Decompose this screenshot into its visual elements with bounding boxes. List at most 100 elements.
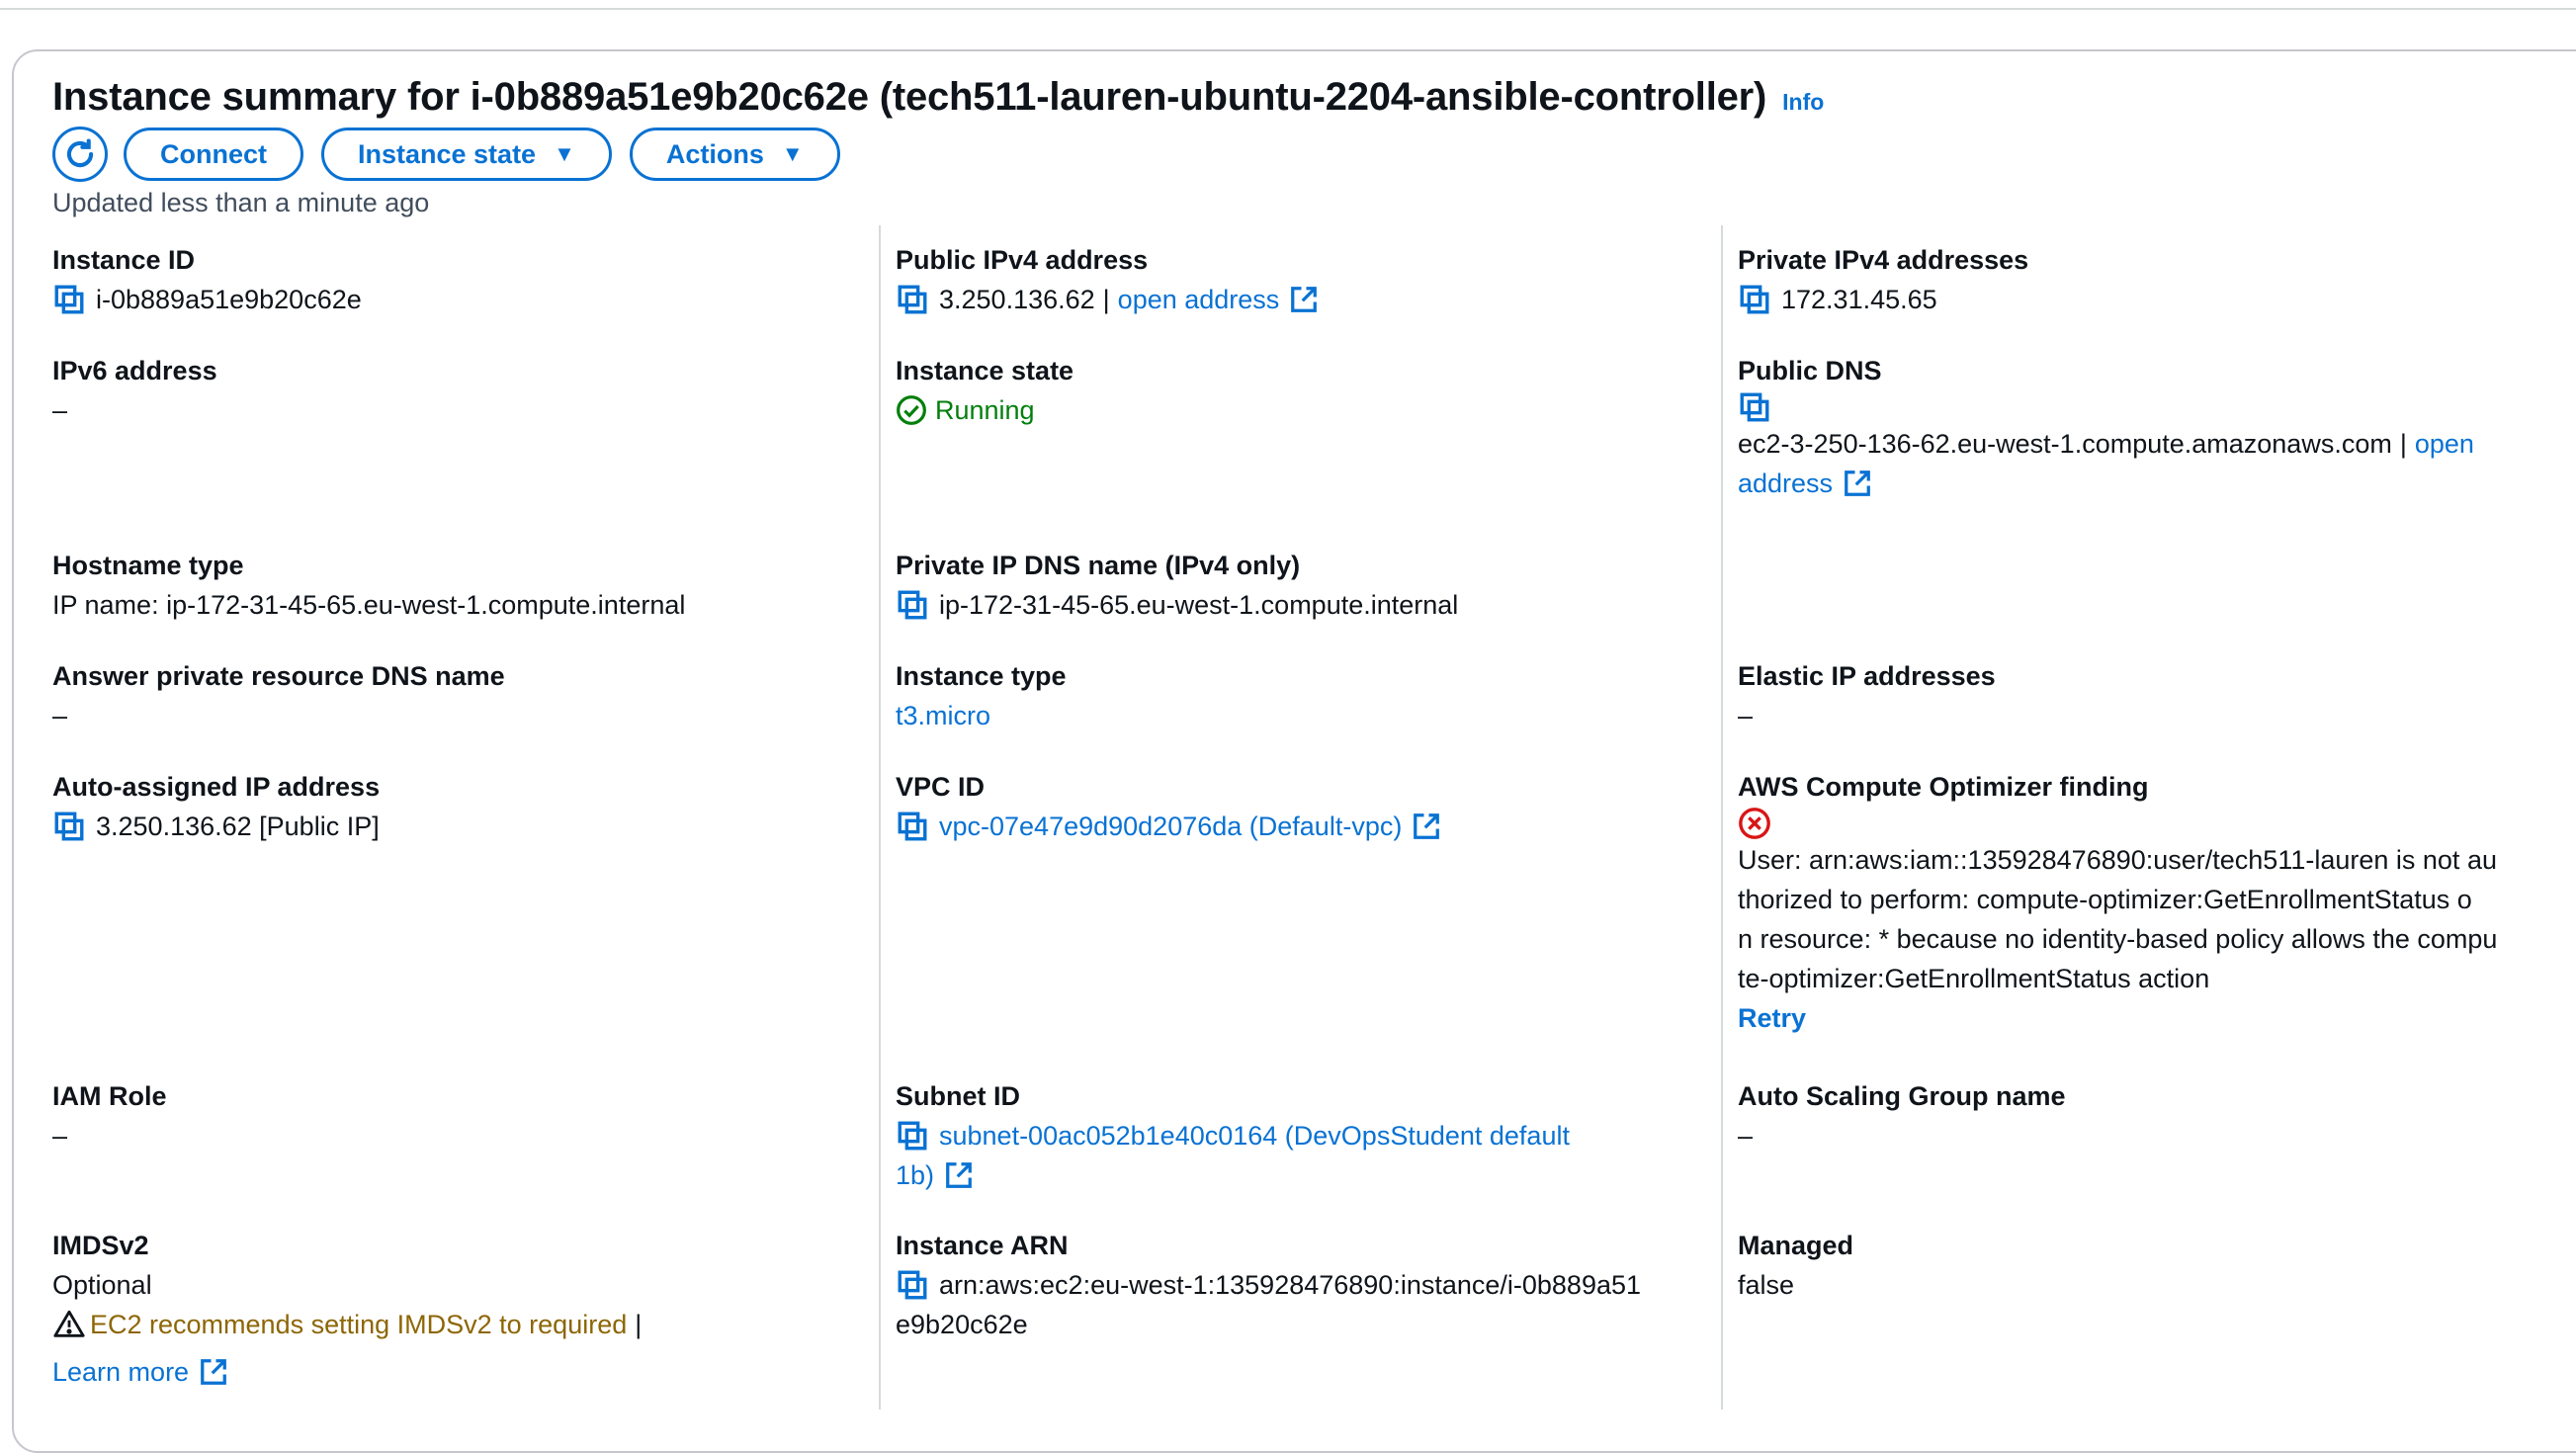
ipv6-value: – [52, 395, 68, 425]
instance-type-link[interactable]: t3.micro [896, 696, 1067, 735]
elastic-ip-value: – [1738, 701, 1754, 730]
optimizer-message-line: te-optimizer:GetEnrollmentStatus action [1738, 964, 2210, 993]
field-private-dns: Private IP DNS name (IPv4 only) ip-172-3… [896, 546, 1458, 625]
field-label: Public IPv4 address [896, 245, 1149, 275]
success-check-icon [897, 395, 926, 425]
copy-icon[interactable] [52, 283, 86, 316]
instance-arn-value: arn:aws:ec2:eu-west-1:135928476890:insta… [939, 1270, 1642, 1300]
copy-icon[interactable] [896, 283, 929, 316]
field-label: Instance type [896, 661, 1067, 691]
field-label: IMDSv2 [52, 1231, 149, 1260]
field-subnet-id: Subnet ID subnet-00ac052b1e40c0164 (DevO… [896, 1076, 1570, 1195]
field-public-dns: Public DNS ec2-3-250-136-62.eu-west-1.co… [1738, 351, 2474, 503]
asg-value: – [1738, 1121, 1754, 1151]
caret-down-icon: ▼ [554, 141, 575, 166]
field-auto-ip: Auto-assigned IP address 3.250.136.62 [P… [52, 767, 380, 846]
page-title: Instance summary for i-0b889a51e9b20c62e… [52, 75, 1767, 119]
instance-state-label: Instance state [358, 138, 537, 169]
subnet-id-link[interactable]: subnet-00ac052b1e40c0164 (DevOpsStudent … [939, 1116, 1570, 1155]
field-hostname-type: Hostname type IP name: ip-172-31-45-65.e… [52, 546, 685, 625]
iam-role-value: – [52, 1121, 68, 1151]
field-label: Instance ARN [896, 1231, 1069, 1260]
refresh-button[interactable] [52, 127, 108, 182]
field-elastic-ip: Elastic IP addresses – [1738, 656, 1996, 735]
field-ipv6: IPv6 address – [52, 351, 217, 430]
field-instance-arn: Instance ARN arn:aws:ec2:eu-west-1:13592… [896, 1226, 1641, 1344]
warning-icon [53, 1310, 85, 1337]
field-managed: Managed false [1738, 1226, 1853, 1305]
instance-state-dropdown[interactable]: Instance state ▼ [321, 128, 612, 181]
instance-id-value: i-0b889a51e9b20c62e [96, 285, 362, 314]
field-instance-state: Instance state Running [896, 351, 1073, 430]
auto-ip-value: 3.250.136.62 [Public IP] [96, 812, 380, 841]
action-bar: Connect Instance state ▼ Actions ▼ [52, 127, 858, 182]
field-label: Managed [1738, 1231, 1854, 1260]
field-label: AWS Compute Optimizer finding [1738, 772, 2149, 802]
vpc-id-link[interactable]: vpc-07e47e9d90d2076da (Default-vpc) [939, 807, 1402, 846]
top-rule [0, 8, 2576, 10]
field-label: Instance state [896, 356, 1074, 385]
private-dns-value: ip-172-31-45-65.eu-west-1.compute.intern… [939, 590, 1459, 620]
optimizer-message-line: User: arn:aws:iam::135928476890:user/tec… [1738, 845, 2497, 875]
field-label: Answer private resource DNS name [52, 661, 505, 691]
public-dns-value: ec2-3-250-136-62.eu-west-1.compute.amazo… [1738, 429, 2392, 459]
copy-icon[interactable] [896, 1268, 929, 1302]
open-address-link-cont[interactable]: address [1738, 464, 1833, 503]
field-vpc-id: VPC ID vpc-07e47e9d90d2076da (Default-vp… [896, 767, 1441, 846]
field-label: Hostname type [52, 551, 244, 580]
field-instance-id: Instance ID i-0b889a51e9b20c62e [52, 240, 362, 319]
instance-state-value: Running [935, 395, 1035, 425]
actions-dropdown[interactable]: Actions ▼ [629, 128, 840, 181]
open-address-link[interactable]: open address [1118, 280, 1280, 319]
field-label: Instance ID [52, 245, 196, 275]
imdsv2-value: Optional [52, 1270, 152, 1300]
optimizer-message-line: thorized to perform: compute-optimizer:G… [1738, 885, 2472, 914]
copy-icon[interactable] [1738, 283, 1771, 316]
separator: | [635, 1310, 643, 1339]
separator: | [2399, 429, 2407, 459]
field-label: Auto Scaling Group name [1738, 1081, 2066, 1111]
external-link-icon[interactable] [1289, 285, 1319, 314]
actions-label: Actions [665, 138, 764, 169]
field-asg: Auto Scaling Group name – [1738, 1076, 2066, 1155]
field-label: VPC ID [896, 772, 986, 802]
field-label: IPv6 address [52, 356, 217, 385]
field-label: Subnet ID [896, 1081, 1020, 1111]
field-label: Auto-assigned IP address [52, 772, 381, 802]
header: Instance summary for i-0b889a51e9b20c62e… [52, 75, 1824, 120]
open-address-link[interactable]: open [2415, 424, 2474, 464]
copy-icon[interactable] [896, 588, 929, 622]
copy-icon[interactable] [896, 1119, 929, 1153]
field-imdsv2: IMDSv2 Optional EC2 recommends setting I… [52, 1226, 642, 1392]
refresh-icon [66, 138, 94, 168]
external-link-icon[interactable] [199, 1357, 228, 1387]
imdsv2-warning: EC2 recommends setting IMDSv2 to require… [90, 1310, 628, 1339]
connect-button[interactable]: Connect [124, 128, 303, 181]
field-label: Elastic IP addresses [1738, 661, 1996, 691]
field-label: Public DNS [1738, 356, 1882, 385]
updated-text: Updated less than a minute ago [52, 188, 430, 217]
instance-arn-value-cont: e9b20c62e [896, 1310, 1028, 1339]
learn-more-link[interactable]: Learn more [52, 1352, 189, 1392]
optimizer-message-line: n resource: * because no identity-based … [1738, 924, 2498, 954]
field-label: IAM Role [52, 1081, 167, 1111]
caret-down-icon: ▼ [781, 141, 804, 166]
managed-value: false [1738, 1270, 1795, 1300]
answer-dns-value: – [52, 701, 68, 730]
external-link-icon[interactable] [1843, 469, 1872, 498]
copy-icon[interactable] [1738, 390, 1771, 424]
retry-link[interactable]: Retry [1738, 998, 2497, 1038]
separator: | [1102, 285, 1110, 314]
copy-icon[interactable] [896, 810, 929, 843]
public-ipv4-value: 3.250.136.62 [939, 285, 1095, 314]
field-label: Private IP DNS name (IPv4 only) [896, 551, 1301, 580]
copy-icon[interactable] [52, 810, 86, 843]
field-answer-dns: Answer private resource DNS name – [52, 656, 505, 735]
info-link[interactable]: Info [1782, 89, 1824, 116]
error-icon [1739, 808, 1770, 839]
field-compute-optimizer: AWS Compute Optimizer finding User: arn:… [1738, 767, 2497, 1038]
field-label: Private IPv4 addresses [1738, 245, 2029, 275]
subnet-id-link-cont[interactable]: 1b) [896, 1155, 934, 1195]
external-link-icon[interactable] [1412, 812, 1441, 841]
external-link-icon[interactable] [944, 1160, 974, 1190]
